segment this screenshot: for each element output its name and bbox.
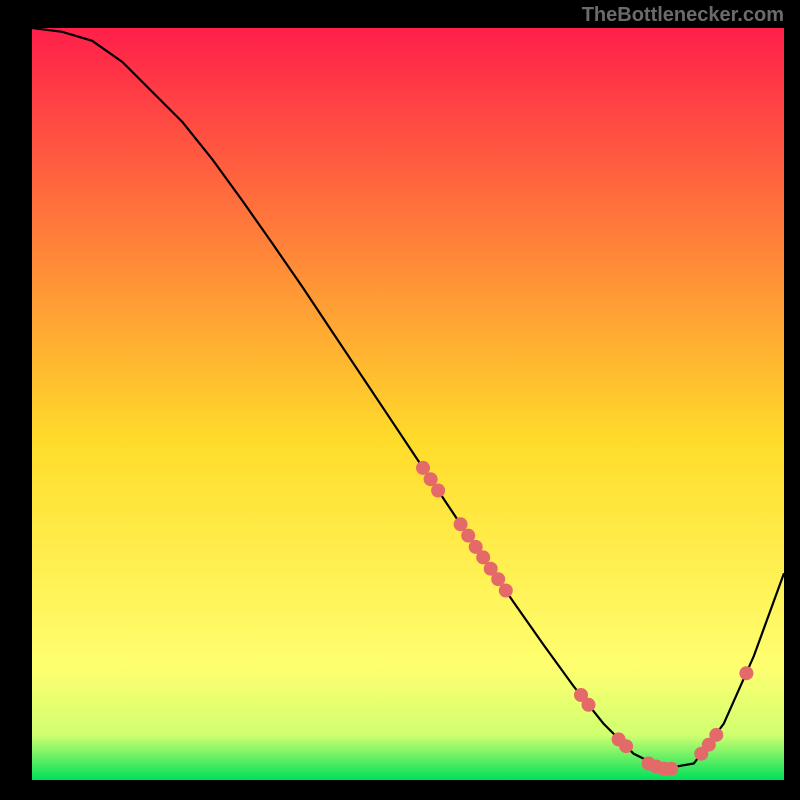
gradient-background [32,28,784,780]
highlight-dot [664,762,678,776]
bottleneck-chart [0,0,800,800]
chart-container: TheBottlenecker.com [0,0,800,800]
highlight-dot [431,484,445,498]
highlight-dot [709,728,723,742]
highlight-dot [619,739,633,753]
highlight-dot [739,666,753,680]
highlight-dot [499,584,513,598]
attribution-text: TheBottlenecker.com [582,4,784,27]
highlight-dot [582,698,596,712]
